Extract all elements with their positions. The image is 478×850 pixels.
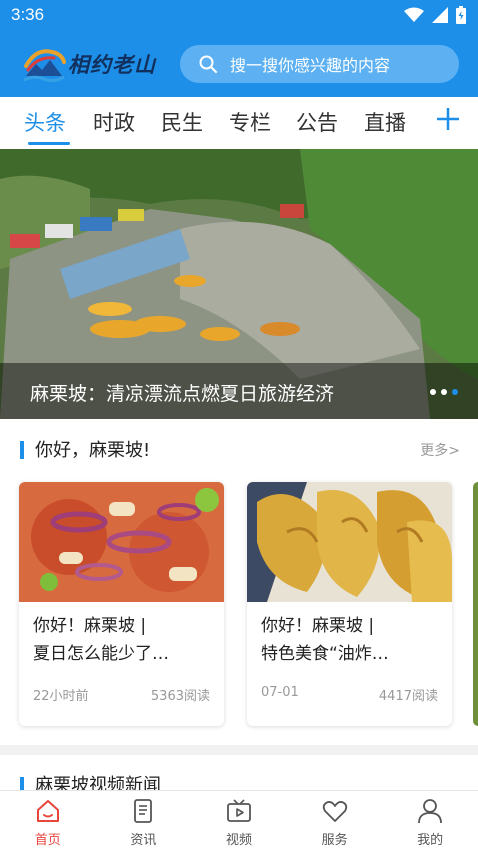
app-logo[interactable]: 相约老山 (22, 44, 156, 84)
banner-carousel[interactable]: 麻栗坡：清凉漂流点燃夏日旅游经济 (0, 149, 478, 419)
card-title-line: 特色美食“油炸… (261, 644, 389, 664)
home-icon (36, 800, 59, 822)
search-bar[interactable]: 搜一搜你感兴趣的内容 (180, 45, 459, 83)
article-carousel: 你好！麻栗坡 | 夏日怎么能少了… 22小时前 5363阅读 你好！麻栗坡 | … (0, 482, 478, 727)
status-bar: 3:36 (0, 0, 478, 30)
nav-news[interactable]: 资讯 (96, 791, 192, 850)
tab-column[interactable]: 专栏 (229, 107, 271, 137)
carousel-dot-active (452, 389, 458, 395)
tab-notice[interactable]: 公告 (296, 107, 338, 137)
app-header: 3:36 相约老山 搜一搜你感兴趣的内容 (0, 0, 478, 97)
add-tab-icon[interactable] (434, 105, 462, 133)
category-tabs: 头条 时政 民生 专栏 公告 直播 (0, 97, 478, 149)
nav-label: 视频 (225, 833, 252, 848)
section-accent-bar (20, 441, 24, 459)
banner-caption: 麻栗坡：清凉漂流点燃夏日旅游经济 (30, 383, 335, 405)
tab-indicator (28, 142, 70, 145)
card-title: 你好！麻栗坡 | 特色美食“油炸… (261, 612, 443, 668)
carousel-dot (430, 389, 436, 395)
nav-profile[interactable]: 我的 (382, 791, 478, 850)
article-card[interactable]: 你好！麻栗坡 | 夏日怎么能少了… 22小时前 5363阅读 (19, 482, 224, 726)
card-reads: 5363阅读 (150, 689, 210, 704)
card-time: 22小时前 (33, 689, 89, 704)
video-icon (227, 799, 251, 822)
mountain-logo-icon (23, 49, 66, 83)
nav-video[interactable]: 视频 (191, 791, 287, 850)
article-card[interactable]: 你好！麻栗坡 | 特色美食“油炸… 07-01 4417阅读 (247, 482, 452, 726)
card-image-food (19, 482, 224, 602)
card-title: 你好！麻栗坡 | 夏日怎么能少了… (33, 612, 215, 668)
video-news-section-header: 麻栗坡视频新闻 (0, 763, 478, 793)
carousel-dot (441, 389, 447, 395)
search-icon (199, 55, 218, 74)
battery-icon (456, 6, 466, 24)
nav-label: 资讯 (130, 833, 157, 848)
logo-text: 相约老山 (68, 52, 156, 77)
nav-home[interactable]: 首页 (0, 791, 96, 850)
carousel-indicator (430, 389, 458, 395)
tab-livelihood[interactable]: 民生 (161, 107, 203, 137)
user-icon (418, 799, 443, 824)
section-divider (0, 745, 478, 755)
card-image-fried-flowers (247, 482, 452, 602)
signal-icon (432, 7, 448, 23)
wifi-icon (404, 7, 424, 22)
bottom-navigation: 首页 资讯 视频 服务 我的 (0, 790, 478, 850)
card-time: 07-01 (261, 685, 299, 700)
nav-label: 我的 (417, 833, 444, 848)
card-title-line: 你好！麻栗坡 | (33, 616, 147, 636)
tab-live[interactable]: 直播 (364, 107, 406, 137)
next-card-peek[interactable] (473, 482, 478, 726)
status-time: 3:36 (11, 5, 45, 24)
news-icon (134, 799, 153, 823)
nav-service[interactable]: 服务 (287, 791, 383, 850)
status-icons (404, 6, 466, 24)
nav-label: 服务 (321, 833, 348, 848)
search-placeholder: 搜一搜你感兴趣的内容 (230, 56, 391, 75)
more-link[interactable]: 更多> (420, 440, 460, 460)
heart-icon (322, 801, 347, 822)
section-title: 你好，麻栗坡! (35, 440, 151, 461)
card-reads: 4417阅读 (378, 689, 438, 704)
tab-politics[interactable]: 时政 (93, 107, 135, 137)
tab-headlines[interactable]: 头条 (24, 107, 66, 137)
card-title-line: 你好！麻栗坡 | (261, 616, 375, 636)
nav-label: 首页 (34, 833, 61, 848)
section-header: 你好，麻栗坡! 更多> (0, 429, 478, 471)
card-title-line: 夏日怎么能少了… (33, 644, 169, 664)
